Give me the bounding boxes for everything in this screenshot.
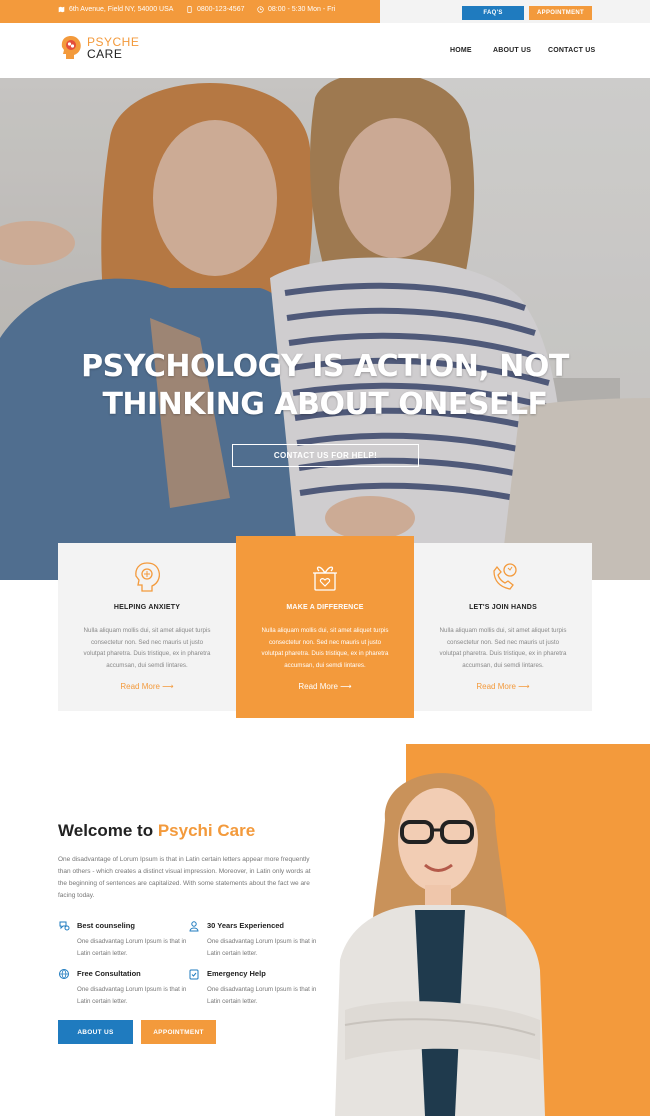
hero-section: PSYCHOLOGY IS ACTION, NOT THINKING ABOUT… bbox=[0, 78, 650, 580]
read-more-link[interactable]: Read More ⟶ bbox=[58, 682, 236, 691]
address-text: 6th Avenue, Field NY, 54000 USA bbox=[69, 6, 174, 13]
clipboard-check-icon bbox=[189, 969, 199, 980]
logo-text: PSYCHE CARE bbox=[87, 36, 139, 60]
phone-text: 0800-123-4567 bbox=[197, 6, 245, 13]
feature-card-helping-anxiety: HELPING ANXIETY Nulla aliquam mollis dui… bbox=[58, 543, 236, 711]
read-more-label: Read More bbox=[120, 682, 160, 691]
hero-title-line-1: PSYCHOLOGY IS ACTION, NOT bbox=[81, 349, 569, 384]
feature-text: One disadvantag Lorum Ipsum is that in L… bbox=[207, 938, 317, 957]
nav-about-us[interactable]: ABOUT US bbox=[493, 47, 531, 54]
counseling-icon bbox=[59, 921, 70, 931]
clock-icon bbox=[257, 6, 264, 13]
welcome-title-accent: Psychi Care bbox=[157, 821, 256, 840]
hours-text: 08:00 - 5:30 Mon - Fri bbox=[268, 6, 336, 13]
welcome-title: Welcome to Psychi Care bbox=[58, 821, 255, 841]
card-title: HELPING ANXIETY bbox=[113, 604, 181, 611]
gift-heart-icon bbox=[313, 566, 337, 591]
brain-head-icon bbox=[135, 562, 160, 592]
hero-title-line-2: THINKING ABOUT ONESELF bbox=[102, 387, 548, 422]
arrow-right-icon: ⟶ bbox=[518, 682, 530, 691]
map-icon bbox=[58, 6, 65, 13]
feature-text: One disadvantag Lorum Ipsum is that in L… bbox=[207, 986, 317, 1005]
about-us-button[interactable]: ABOUT US bbox=[58, 1020, 133, 1044]
feature-title: Best counseling bbox=[77, 921, 135, 930]
card-text: Nulla aliquam mollis dui, sit amet aliqu… bbox=[439, 627, 567, 669]
feature-title: Free Consultation bbox=[77, 969, 141, 978]
brain-head-logo-icon bbox=[61, 36, 81, 59]
feature-card-join-hands: LET'S JOIN HANDS Nulla aliquam mollis du… bbox=[414, 543, 592, 711]
welcome-description: One disadvantage of Lorum Ipsum is that … bbox=[58, 856, 311, 899]
globe-icon bbox=[59, 969, 69, 980]
feature-card-make-a-difference: MAKE A DIFFERENCE Nulla aliquam mollis d… bbox=[236, 536, 414, 718]
phone-info: 0800-123-4567 bbox=[186, 6, 245, 13]
hero-dark-overlay bbox=[0, 78, 650, 580]
nav-home[interactable]: HOME bbox=[450, 47, 472, 54]
arrow-right-icon: ⟶ bbox=[162, 682, 174, 691]
hours-info: 08:00 - 5:30 Mon - Fri bbox=[257, 6, 335, 13]
arrow-right-icon: ⟶ bbox=[340, 682, 352, 691]
phone-support-icon bbox=[493, 563, 517, 590]
feature-title: 30 Years Experienced bbox=[207, 921, 284, 930]
faq-button[interactable]: FAQ'S bbox=[462, 6, 524, 20]
feature-text: One disadvantag Lorum Ipsum is that in L… bbox=[77, 986, 187, 1005]
address-info: 6th Avenue, Field NY, 54000 USA bbox=[58, 6, 173, 13]
counselor-photo-illustration bbox=[335, 773, 545, 1116]
read-more-label: Read More bbox=[476, 682, 516, 691]
card-title: MAKE A DIFFERENCE bbox=[286, 604, 364, 611]
read-more-label: Read More bbox=[298, 682, 338, 691]
hero-title: PSYCHOLOGY IS ACTION, NOT THINKING ABOUT… bbox=[0, 348, 650, 424]
read-more-link[interactable]: Read More ⟶ bbox=[236, 682, 414, 691]
card-text: Nulla aliquam mollis dui, sit amet aliqu… bbox=[261, 627, 389, 669]
appointment-button[interactable]: APPOINTMENT bbox=[141, 1020, 216, 1044]
site-header: PSYCHE CARE HOME ABOUT US CONTACT US bbox=[0, 23, 650, 78]
top-bar: 6th Avenue, Field NY, 54000 USA 0800-123… bbox=[0, 0, 650, 23]
card-title: LET'S JOIN HANDS bbox=[469, 604, 537, 611]
logo-line-2: CARE bbox=[87, 47, 123, 61]
nav-contact-us[interactable]: CONTACT US bbox=[548, 47, 595, 54]
welcome-title-prefix: Welcome to bbox=[58, 821, 154, 840]
feature-text: One disadvantag Lorum Ipsum is that in L… bbox=[77, 938, 187, 957]
card-text: Nulla aliquam mollis dui, sit amet aliqu… bbox=[83, 627, 211, 669]
top-appointment-button[interactable]: APPOINTMENT bbox=[529, 6, 592, 20]
phone-icon bbox=[187, 6, 192, 13]
contact-help-button[interactable]: CONTACT US FOR HELP! bbox=[232, 444, 419, 467]
feature-title: Emergency Help bbox=[207, 969, 266, 978]
person-award-icon bbox=[189, 921, 199, 932]
logo[interactable]: PSYCHE CARE bbox=[60, 35, 139, 61]
read-more-link[interactable]: Read More ⟶ bbox=[414, 682, 592, 691]
